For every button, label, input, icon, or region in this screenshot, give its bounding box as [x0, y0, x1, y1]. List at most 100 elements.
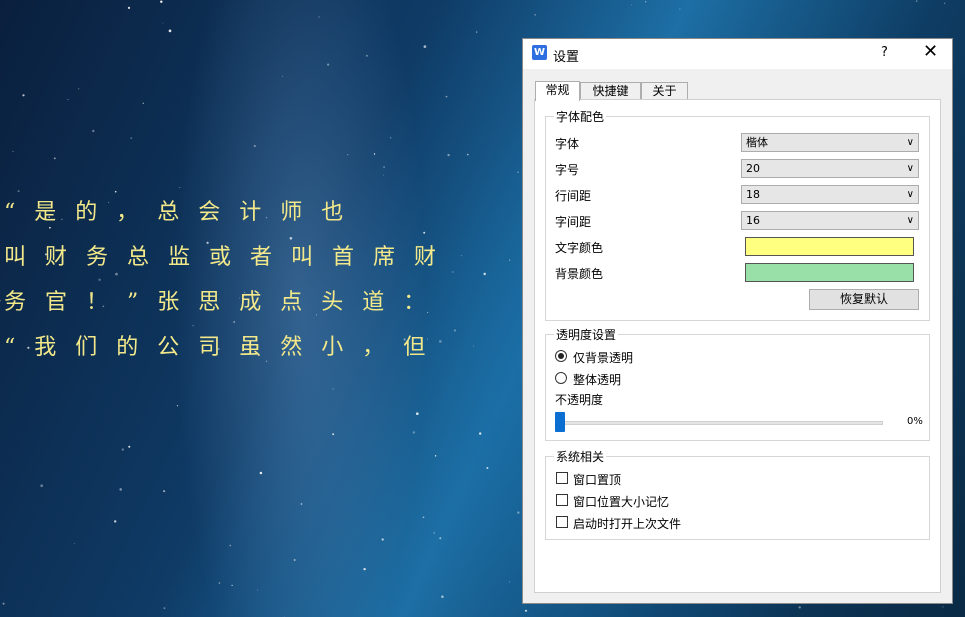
star: [679, 8, 681, 10]
star: [0, 299, 1, 302]
remember-window-checkbox[interactable]: [556, 494, 568, 506]
star: [915, 0, 918, 2]
star: [163, 607, 166, 609]
whole-label[interactable]: 整体透明: [573, 371, 621, 388]
chevron-down-icon: ∨: [906, 189, 914, 200]
tab-about[interactable]: 关于: [641, 82, 688, 99]
star: [509, 259, 511, 261]
title-bar[interactable]: W 设置 ? ✕: [523, 39, 952, 69]
star: [517, 171, 519, 173]
star: [332, 388, 334, 390]
star: [327, 63, 330, 66]
bg-only-radio[interactable]: [555, 350, 567, 362]
star: [163, 490, 166, 493]
opacity-slider-handle[interactable]: [555, 412, 565, 432]
chevron-down-icon: ∨: [906, 137, 914, 148]
star: [423, 45, 427, 48]
whole-radio[interactable]: [555, 372, 567, 384]
select-value: 16: [746, 214, 760, 227]
text-line: “我们的公司虽然小，但: [4, 335, 445, 360]
always-on-top-label[interactable]: 窗口置顶: [573, 471, 621, 488]
star: [22, 94, 25, 97]
font-color-group: 字体配色 字体 楷体 ∨ 字号 20 ∨ 行间距 18 ∨ 字间距 16 ∨ 文字颜色 …: [545, 108, 930, 321]
always-on-top-checkbox[interactable]: [556, 472, 568, 484]
opacity-label: 不透明度: [555, 393, 604, 407]
star: [218, 582, 221, 584]
star: [422, 516, 425, 519]
tab-general[interactable]: 常规: [535, 81, 580, 101]
star: [127, 6, 131, 10]
star: [318, 16, 320, 18]
star: [524, 609, 528, 612]
font-select[interactable]: 楷体 ∨: [741, 133, 919, 152]
bg-color-swatch[interactable]: [745, 263, 914, 282]
star: [259, 471, 263, 475]
star: [119, 488, 122, 491]
open-last-file-label[interactable]: 启动时打开上次文件: [573, 515, 681, 532]
tab-shortcuts[interactable]: 快捷键: [580, 82, 641, 99]
system-group: 系统相关 窗口置顶 窗口位置大小记忆 启动时打开上次文件: [545, 448, 930, 540]
open-last-file-checkbox[interactable]: [556, 516, 568, 528]
bg-only-label[interactable]: 仅背景透明: [573, 349, 633, 366]
star: [645, 1, 647, 3]
chevron-down-icon: ∨: [906, 215, 914, 226]
star: [631, 4, 632, 6]
star: [798, 606, 801, 609]
star: [128, 445, 131, 448]
remember-window-label[interactable]: 窗口位置大小记忆: [573, 493, 669, 510]
star: [439, 537, 442, 540]
star: [92, 129, 95, 133]
line-spacing-select[interactable]: 18 ∨: [741, 185, 919, 204]
font-size-select[interactable]: 20 ∨: [741, 159, 919, 178]
star: [293, 559, 296, 561]
select-value: 18: [746, 188, 760, 201]
star: [231, 584, 233, 587]
star: [434, 455, 437, 457]
star: [944, 2, 946, 4]
star: [383, 166, 386, 169]
star: [441, 595, 444, 598]
star: [373, 153, 376, 155]
star: [365, 54, 368, 57]
chevron-down-icon: ∨: [906, 163, 914, 174]
star: [282, 75, 284, 77]
star: [168, 29, 172, 33]
help-button[interactable]: ?: [881, 45, 888, 60]
star: [253, 144, 256, 148]
star: [509, 581, 511, 583]
star: [160, 0, 163, 4]
star: [445, 95, 448, 98]
text-color-label: 文字颜色: [555, 241, 604, 255]
star: [363, 567, 366, 571]
star: [534, 14, 536, 16]
bg-color-label: 背景颜色: [555, 267, 604, 281]
star: [283, 615, 285, 617]
star: [113, 520, 117, 523]
restore-defaults-button[interactable]: 恢复默认: [809, 289, 919, 310]
background-novel-text: “是的，总会计师也 叫财务总监或者叫首席财 务官！”张思成点头道： “我们的公司…: [4, 190, 474, 370]
transparency-group: 透明度设置 仅背景透明 整体透明 不透明度 0%: [545, 326, 930, 441]
opacity-value: 0%: [907, 416, 923, 427]
star: [381, 538, 384, 541]
letter-spacing-select[interactable]: 16 ∨: [741, 211, 919, 230]
group-title: 系统相关: [554, 448, 607, 465]
select-value: 20: [746, 162, 760, 175]
star: [412, 431, 415, 434]
font-size-label: 字号: [555, 163, 580, 177]
settings-dialog: W 设置 ? ✕ 常规 快捷键 关于 字体配色 字体 楷体 ∨ 字号 20 ∨ 行间…: [522, 38, 953, 604]
star: [121, 448, 125, 451]
close-button[interactable]: ✕: [923, 42, 938, 62]
text-line: “是的，总会计师也: [4, 200, 363, 225]
opacity-slider-track[interactable]: [560, 421, 883, 425]
line-spacing-label: 行间距: [555, 189, 592, 203]
text-color-swatch[interactable]: [745, 237, 914, 256]
star: [517, 511, 520, 514]
star: [483, 272, 486, 276]
star: [389, 136, 392, 139]
font-label: 字体: [555, 137, 580, 151]
star: [467, 153, 469, 156]
star: [53, 157, 56, 160]
letter-spacing-label: 字间距: [555, 215, 592, 229]
star: [74, 543, 75, 545]
star: [67, 99, 69, 101]
